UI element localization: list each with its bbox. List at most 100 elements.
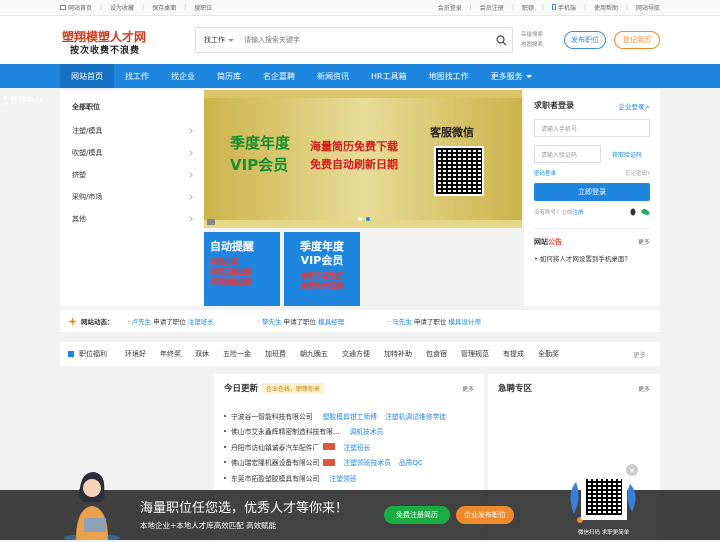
welfare-tag[interactable]: 朝九晚五: [300, 349, 328, 359]
main-banner[interactable]: 季度年度 VIP会员 海量简历免费下载 免费自动刷新日期 客服微信: [204, 90, 522, 228]
close-icon[interactable]: ×: [626, 464, 638, 476]
search-icon[interactable]: [490, 29, 512, 51]
nav-famous-companies[interactable]: 名企嘉聘: [252, 64, 306, 88]
welfare-tag[interactable]: 双休: [195, 349, 209, 359]
map-search-link[interactable]: 地图搜索: [521, 40, 543, 50]
carousel-dot[interactable]: [358, 217, 362, 221]
category-item[interactable]: 注塑/模具: [72, 120, 193, 142]
welfare-tag[interactable]: 环境好: [125, 349, 146, 359]
urgent-more-link[interactable]: 更多: [638, 384, 650, 393]
nav-home[interactable]: 网站首页: [60, 64, 114, 88]
mini-program-qr: [581, 474, 627, 520]
zhidun-link[interactable]: 职顿: [522, 3, 534, 12]
job-link[interactable]: 注塑机调试维修学徒: [385, 411, 446, 421]
welfare-tag[interactable]: 五险一金: [223, 349, 251, 359]
qq-icon[interactable]: [629, 208, 637, 216]
company-post-job-button[interactable]: 企业发布职位: [456, 506, 514, 524]
nav-map-job[interactable]: 地图找工作: [418, 64, 480, 88]
welfare-tag[interactable]: 包食宿: [426, 349, 447, 359]
promo-banner-reminder[interactable]: 自动提醒 简历投递 简历更新提醒 简历刷新提醒: [204, 232, 280, 306]
job-link[interactable]: 注塑领班技术员: [343, 457, 391, 467]
welfare-tag[interactable]: 管理规范: [461, 349, 489, 359]
today-row: 东莞市拓盈塑胶模具有限公司 注塑领班: [224, 470, 474, 486]
welfare-label: 职位福利: [79, 350, 107, 358]
nav-resume-library[interactable]: 简历库: [206, 64, 252, 88]
job-link[interactable]: 注塑班长: [343, 442, 370, 452]
chevron-right-icon: [187, 150, 193, 156]
welfare-tag[interactable]: 全勤奖: [538, 349, 559, 359]
dynamics-entry[interactable]: · 黎先生 申请了职位 模具经理: [258, 316, 344, 326]
main-nav: 网站首页 找工作 找企业 简历库 名企嘉聘 新闻资讯 HR工具箱 地图找工作 更…: [0, 64, 720, 88]
bullet-icon: [224, 445, 226, 448]
chevron-down-icon: [228, 38, 234, 42]
category-title: 全部职位: [72, 103, 100, 111]
welfare-tag[interactable]: 年终奖: [160, 349, 181, 359]
job-link[interactable]: 调机技术员: [349, 426, 383, 436]
nav-news[interactable]: 新闻资讯: [306, 64, 360, 88]
home-icon: [60, 5, 66, 10]
qr-popup: × 微信扫码 求职更简单: [566, 464, 640, 540]
banner-promo-text: 海量简历免费下载 免费自动刷新日期: [310, 140, 398, 171]
phone-input[interactable]: 请输入手机号: [534, 119, 650, 137]
category-item[interactable]: 采购/市场: [72, 186, 193, 208]
search-input[interactable]: [244, 30, 490, 50]
register-link[interactable]: 注册: [573, 210, 584, 216]
chevron-right-icon: [187, 172, 193, 178]
company-link[interactable]: 丹阳市访仙镇诚泰汽车配件厂: [231, 442, 319, 452]
notice-more-link[interactable]: 更多: [638, 237, 650, 247]
register-resume-button[interactable]: 登记简历: [614, 31, 660, 49]
login-submit-button[interactable]: 立即登录: [534, 183, 650, 201]
welfare-tag[interactable]: 加班费: [265, 349, 286, 359]
logo[interactable]: 塑翔模塑人才网 按次收费不浪费: [60, 20, 195, 60]
category-item[interactable]: 挤塑: [72, 164, 193, 186]
site-nav-link[interactable]: 网站导航: [636, 3, 660, 12]
password-login-link[interactable]: 密码登录: [534, 169, 556, 177]
get-code-button[interactable]: 获取验证码: [604, 145, 650, 163]
carousel-dot[interactable]: [366, 217, 370, 221]
notice-item[interactable]: • 如何将人才网设置到手机桌面？: [534, 253, 650, 263]
mobile-link[interactable]: 手机端: [551, 3, 576, 12]
nav-find-company[interactable]: 找企业: [160, 64, 206, 88]
nav-find-job[interactable]: 找工作: [114, 64, 160, 88]
company-link[interactable]: 佛山瑞宏隆机器设备有限公司: [231, 457, 319, 467]
search-jobs-link[interactable]: 搜职位: [194, 3, 212, 12]
phone-icon: [551, 4, 556, 10]
forgot-password-link[interactable]: 忘记密码?: [625, 169, 650, 177]
job-link[interactable]: 塑胶模具钳工师傅: [323, 411, 377, 421]
verify-code-input[interactable]: 请输入验证码: [534, 145, 601, 163]
urgent-title: 急聘专区: [498, 384, 533, 394]
login-title: 求职者登录: [534, 101, 574, 110]
qr-caption: 微信扫码 求职更简单: [578, 530, 630, 536]
dynamics-entry[interactable]: · 马先生 申请了职位 模具设计师: [388, 316, 481, 326]
welfare-tag[interactable]: 交通方便: [342, 349, 370, 359]
search-type-select[interactable]: 找工作: [196, 35, 244, 45]
member-login-link[interactable]: 会员登录: [438, 3, 462, 12]
help-link[interactable]: 使用帮助: [594, 3, 618, 12]
job-category-panel: 全部职位 注塑/模具 吹塑/模具 挤塑 采购/市场 其他: [60, 90, 204, 306]
nav-hr-toolbox[interactable]: HR工具箱: [360, 64, 418, 88]
company-link[interactable]: 宁波谷一智能科技有限公司: [231, 411, 313, 421]
advanced-search-link[interactable]: 高级搜索: [521, 30, 543, 40]
promo-banner-vip[interactable]: 季度年度 VIP会员 免费下载简历 免费刷新日期: [284, 232, 360, 306]
company-link[interactable]: 佛山市艾永鑫辉精密制造科技有限...: [231, 426, 339, 436]
save-desktop-link[interactable]: 保存桌面: [152, 3, 176, 12]
welfare-tag[interactable]: 有提成: [503, 349, 524, 359]
member-register-link[interactable]: 会员注册: [480, 3, 504, 12]
company-link[interactable]: 东莞市拓盈塑胶模具有限公司: [231, 473, 319, 483]
category-item[interactable]: 吹塑/模具: [72, 142, 193, 164]
welfare-more-link[interactable]: 更多: [633, 349, 646, 359]
today-more-link[interactable]: 更多: [462, 384, 474, 393]
dynamics-entry[interactable]: · 卢先生 申请了职位 注塑班长: [128, 316, 214, 326]
publish-job-button[interactable]: 发布职位: [564, 31, 606, 49]
wechat-icon[interactable]: [641, 208, 650, 216]
category-item[interactable]: 其他: [72, 208, 193, 230]
user-gear-icon: [1, 96, 9, 105]
bookmark-link[interactable]: 设为收藏: [110, 3, 134, 12]
home-link[interactable]: 网站首页: [60, 3, 92, 12]
job-link[interactable]: 注塑领班: [329, 473, 356, 483]
nav-more-services[interactable]: 更多服务: [480, 64, 543, 88]
welfare-tag[interactable]: 加特补助: [384, 349, 412, 359]
free-register-resume-button[interactable]: 免费注册简历: [384, 506, 450, 524]
company-login-link[interactable]: 企业登录>: [619, 101, 650, 111]
job-link[interactable]: 品质QC: [399, 457, 423, 467]
